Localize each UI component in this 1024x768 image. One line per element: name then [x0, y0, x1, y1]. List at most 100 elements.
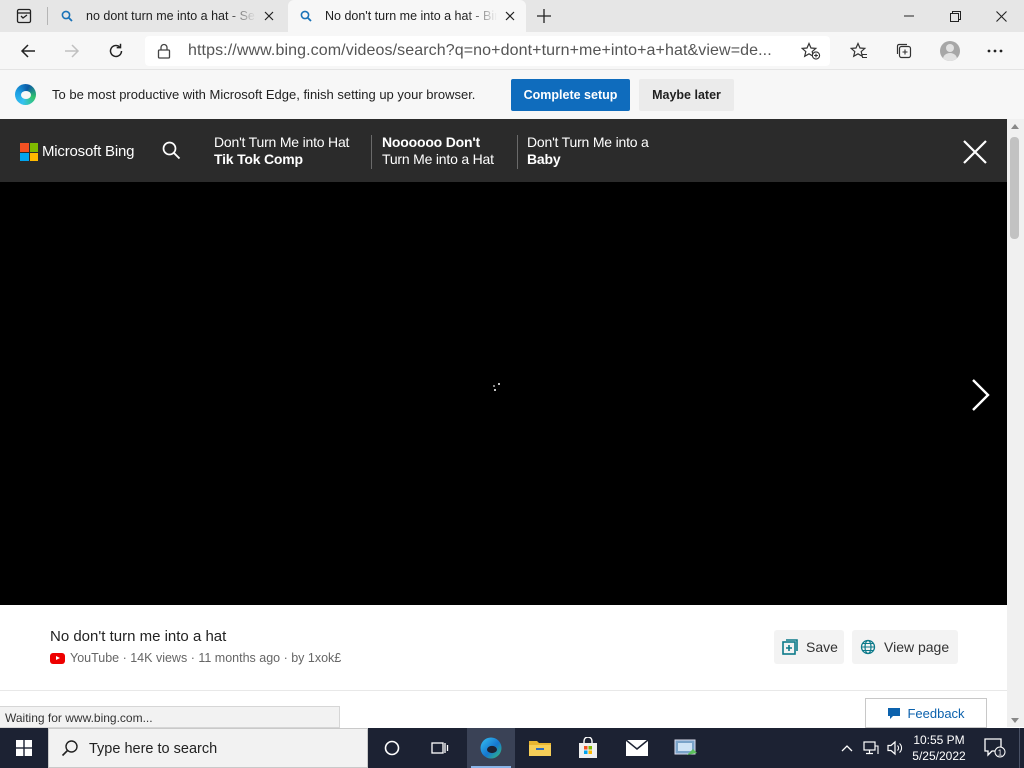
related-line: Don't Turn Me into a [527, 134, 649, 150]
video-source: YouTube [70, 651, 120, 665]
video-author: by 1xok£ [291, 651, 342, 665]
tab-actions-icon [16, 8, 32, 24]
network-app-icon [674, 739, 697, 755]
taskbar-store-button[interactable] [564, 728, 612, 768]
back-button[interactable] [12, 35, 44, 67]
view-page-label: View page [884, 639, 950, 655]
action-center-button[interactable]: 1 [980, 728, 1010, 768]
show-hidden-icons-button[interactable] [838, 728, 856, 768]
taskbar-search-box[interactable]: Type here to search [48, 728, 368, 768]
favorites-button[interactable] [843, 35, 875, 67]
notification-icon: 1 [984, 738, 1006, 758]
cortana-button[interactable] [368, 728, 416, 768]
search-placeholder: Type here to search [89, 741, 218, 757]
store-bag-icon [579, 737, 597, 758]
folder-icon [529, 741, 551, 756]
related-video-link[interactable]: Don't Turn Me into Hat Tik Tok Comp [214, 134, 349, 167]
edge-icon [480, 737, 502, 759]
logo-square-yellow [29, 152, 38, 161]
windows-taskbar: Type here to search 10:55 PM 5/25/2022 1 [0, 728, 1024, 768]
system-clock[interactable]: 10:55 PM 5/25/2022 [908, 732, 970, 764]
taskbar-edge-button[interactable] [467, 728, 515, 768]
related-line: Don't Turn Me into Hat [214, 134, 350, 150]
windows-logo-icon [16, 740, 32, 756]
task-view-button[interactable] [416, 728, 464, 768]
tab-search[interactable]: no dont turn me into a hat - Search [49, 0, 285, 32]
status-bar: Waiting for www.bing.com... [0, 706, 340, 728]
bing-brand[interactable]: Microsoft Bing [42, 143, 134, 160]
task-view-icon [431, 742, 449, 754]
arrow-right-icon [65, 44, 80, 58]
logo-square-red [20, 143, 29, 152]
related-video-link[interactable]: Don't Turn Me into a Baby [527, 134, 649, 167]
view-page-button[interactable]: View page [852, 630, 958, 664]
taskbar-app-button[interactable] [662, 728, 710, 768]
volume-tray-button[interactable] [884, 728, 906, 768]
tab-strip: no dont turn me into a hat - Search No d… [0, 0, 1024, 32]
video-views: 14K views [130, 651, 188, 665]
microsoft-logo-icon[interactable] [20, 143, 38, 161]
close-viewer-icon[interactable] [961, 138, 989, 166]
scrollbar-thumb[interactable] [1010, 137, 1019, 239]
clock-time: 10:55 PM [913, 733, 965, 747]
feedback-icon [887, 707, 901, 720]
restore-icon [949, 10, 961, 22]
taskbar-file-explorer-button[interactable] [516, 728, 564, 768]
video-title[interactable]: No don't turn me into a hat [50, 628, 226, 645]
save-button[interactable]: Save [774, 630, 844, 664]
settings-more-button[interactable] [979, 35, 1011, 67]
show-desktop-button[interactable] [1019, 728, 1024, 768]
loading-spinner-icon [492, 382, 502, 392]
tab-actions-button[interactable] [8, 4, 40, 28]
edge-logo-icon [15, 84, 36, 105]
meta-separator: · [187, 651, 199, 665]
network-icon [863, 741, 879, 755]
logo-square-blue [20, 152, 29, 161]
video-player[interactable] [0, 182, 1007, 605]
url-text[interactable]: https://www.bing.com/videos/search?q=no+… [188, 42, 793, 60]
star-list-icon [850, 42, 867, 59]
navigation-bar: https://www.bing.com/videos/search?q=no+… [0, 32, 1024, 70]
save-plus-icon [782, 639, 798, 655]
collections-button[interactable] [888, 35, 920, 67]
setup-message: To be most productive with Microsoft Edg… [52, 87, 476, 102]
restore-button[interactable] [932, 0, 978, 32]
address-bar[interactable]: https://www.bing.com/videos/search?q=no+… [145, 36, 830, 66]
network-tray-button[interactable] [860, 728, 882, 768]
globe-icon [860, 639, 876, 655]
tab-close-button[interactable] [256, 4, 282, 28]
start-button[interactable] [0, 728, 48, 768]
new-tab-button[interactable] [532, 4, 556, 28]
scroll-up-arrow-icon[interactable] [1011, 124, 1019, 129]
page-scrollbar[interactable] [1007, 119, 1024, 727]
refresh-button[interactable] [100, 35, 132, 67]
related-line: Turn Me into a Hat [382, 150, 494, 167]
feedback-label: Feedback [907, 705, 965, 721]
close-icon [505, 11, 515, 21]
edge-setup-infobar: To be most productive with Microsoft Edg… [0, 70, 1024, 119]
taskbar-mail-button[interactable] [613, 728, 661, 768]
profile-button[interactable] [934, 35, 966, 67]
add-favorite-button[interactable] [800, 42, 821, 63]
search-button[interactable] [162, 141, 181, 163]
forward-button[interactable] [56, 35, 88, 67]
chevron-up-icon [841, 745, 853, 752]
next-video-chevron-icon[interactable] [970, 378, 992, 412]
clock-date: 5/25/2022 [912, 749, 966, 763]
tab-close-button[interactable] [497, 4, 523, 28]
complete-setup-button[interactable]: Complete setup [511, 79, 630, 111]
minimize-button[interactable] [886, 0, 932, 32]
related-video-link[interactable]: Noooooo Don't Turn Me into a Hat [382, 134, 494, 167]
youtube-icon [50, 652, 65, 664]
window-close-button[interactable] [978, 0, 1024, 32]
maybe-later-button[interactable]: Maybe later [639, 79, 734, 111]
feedback-button[interactable]: Feedback [865, 698, 987, 728]
arrow-left-icon [20, 44, 35, 58]
tab-bing-video[interactable]: No don't turn me into a hat - Bing [288, 0, 526, 32]
related-separator [517, 135, 518, 169]
lock-icon[interactable] [157, 43, 171, 62]
related-separator [371, 135, 372, 169]
video-details: No don't turn me into a hat YouTube · 14… [0, 605, 1007, 691]
plus-icon [537, 9, 551, 23]
scroll-down-arrow-icon[interactable] [1011, 718, 1019, 723]
